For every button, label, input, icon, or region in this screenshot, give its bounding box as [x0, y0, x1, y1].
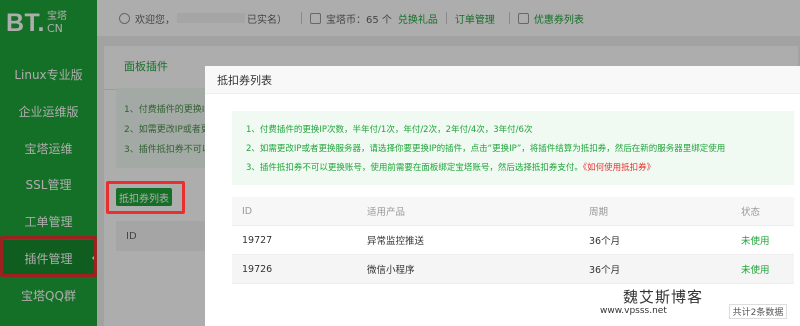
- notice-text: 3、插件抵扣券不可以更换账号，使用前需要在面板绑定宝塔账号，然后选择抵扣券支付。: [246, 163, 583, 173]
- header-period: 周期: [589, 207, 609, 218]
- coupon-table: ID 适用产品 周期 状态 19727 异常监控推送 36个月 未使用 1972…: [232, 197, 794, 284]
- header-status: 状态: [741, 207, 761, 218]
- watermark-text: 魏艾斯博客: [623, 288, 704, 306]
- notice-line: 2、如需更改IP或者更换服务器，请选择你要更换IP的插件，点击“更换IP”，将插…: [246, 140, 794, 159]
- modal-title: 抵扣券列表: [217, 73, 272, 87]
- how-to-use-link[interactable]: 《如何使用抵扣券》: [583, 163, 655, 173]
- cell-status: 未使用: [741, 236, 770, 247]
- cell-id: 19727: [242, 234, 273, 246]
- cell-period: 36个月: [589, 236, 621, 247]
- notice-box: 1、付费插件的更换IP次数，半年付/1次，年付/2次，2年付/4次，3年付/6次…: [232, 111, 794, 185]
- table-row: 19727 异常监控推送 36个月 未使用: [232, 226, 794, 255]
- cell-product: 微信小程序: [367, 265, 415, 276]
- notice-line: 3、插件抵扣券不可以更换账号，使用前需要在面板绑定宝塔账号，然后选择抵扣券支付。…: [246, 159, 794, 178]
- header-product: 适用产品: [367, 207, 406, 218]
- modal-header: 抵扣券列表: [205, 66, 800, 94]
- cell-id: 19726: [242, 263, 273, 275]
- notice-text: 1、付费插件的更换IP次数，半年付/1次，年付/2次，2年付/4次，3年付/6次: [246, 125, 533, 135]
- coupon-list-modal: 抵扣券列表 1、付费插件的更换IP次数，半年付/1次，年付/2次，2年付/4次，…: [205, 66, 800, 326]
- header-id: ID: [242, 205, 253, 217]
- highlight-box-coupon-button: [106, 181, 185, 214]
- watermark-url: www.vpsss.net: [600, 306, 667, 316]
- notice-text: 2、如需更改IP或者更换服务器，请选择你要更换IP的插件，点击“更换IP”，将插…: [246, 144, 726, 154]
- table-header: ID 适用产品 周期 状态: [232, 197, 794, 226]
- cell-period: 36个月: [589, 265, 621, 276]
- notice-line: 1、付费插件的更换IP次数，半年付/1次，年付/2次，2年付/4次，3年付/6次: [246, 121, 794, 140]
- cell-product: 异常监控推送: [367, 236, 425, 247]
- table-row: 19726 微信小程序 36个月 未使用: [232, 255, 794, 284]
- cell-status: 未使用: [741, 265, 770, 276]
- total-count: 共计2条数据: [729, 304, 787, 319]
